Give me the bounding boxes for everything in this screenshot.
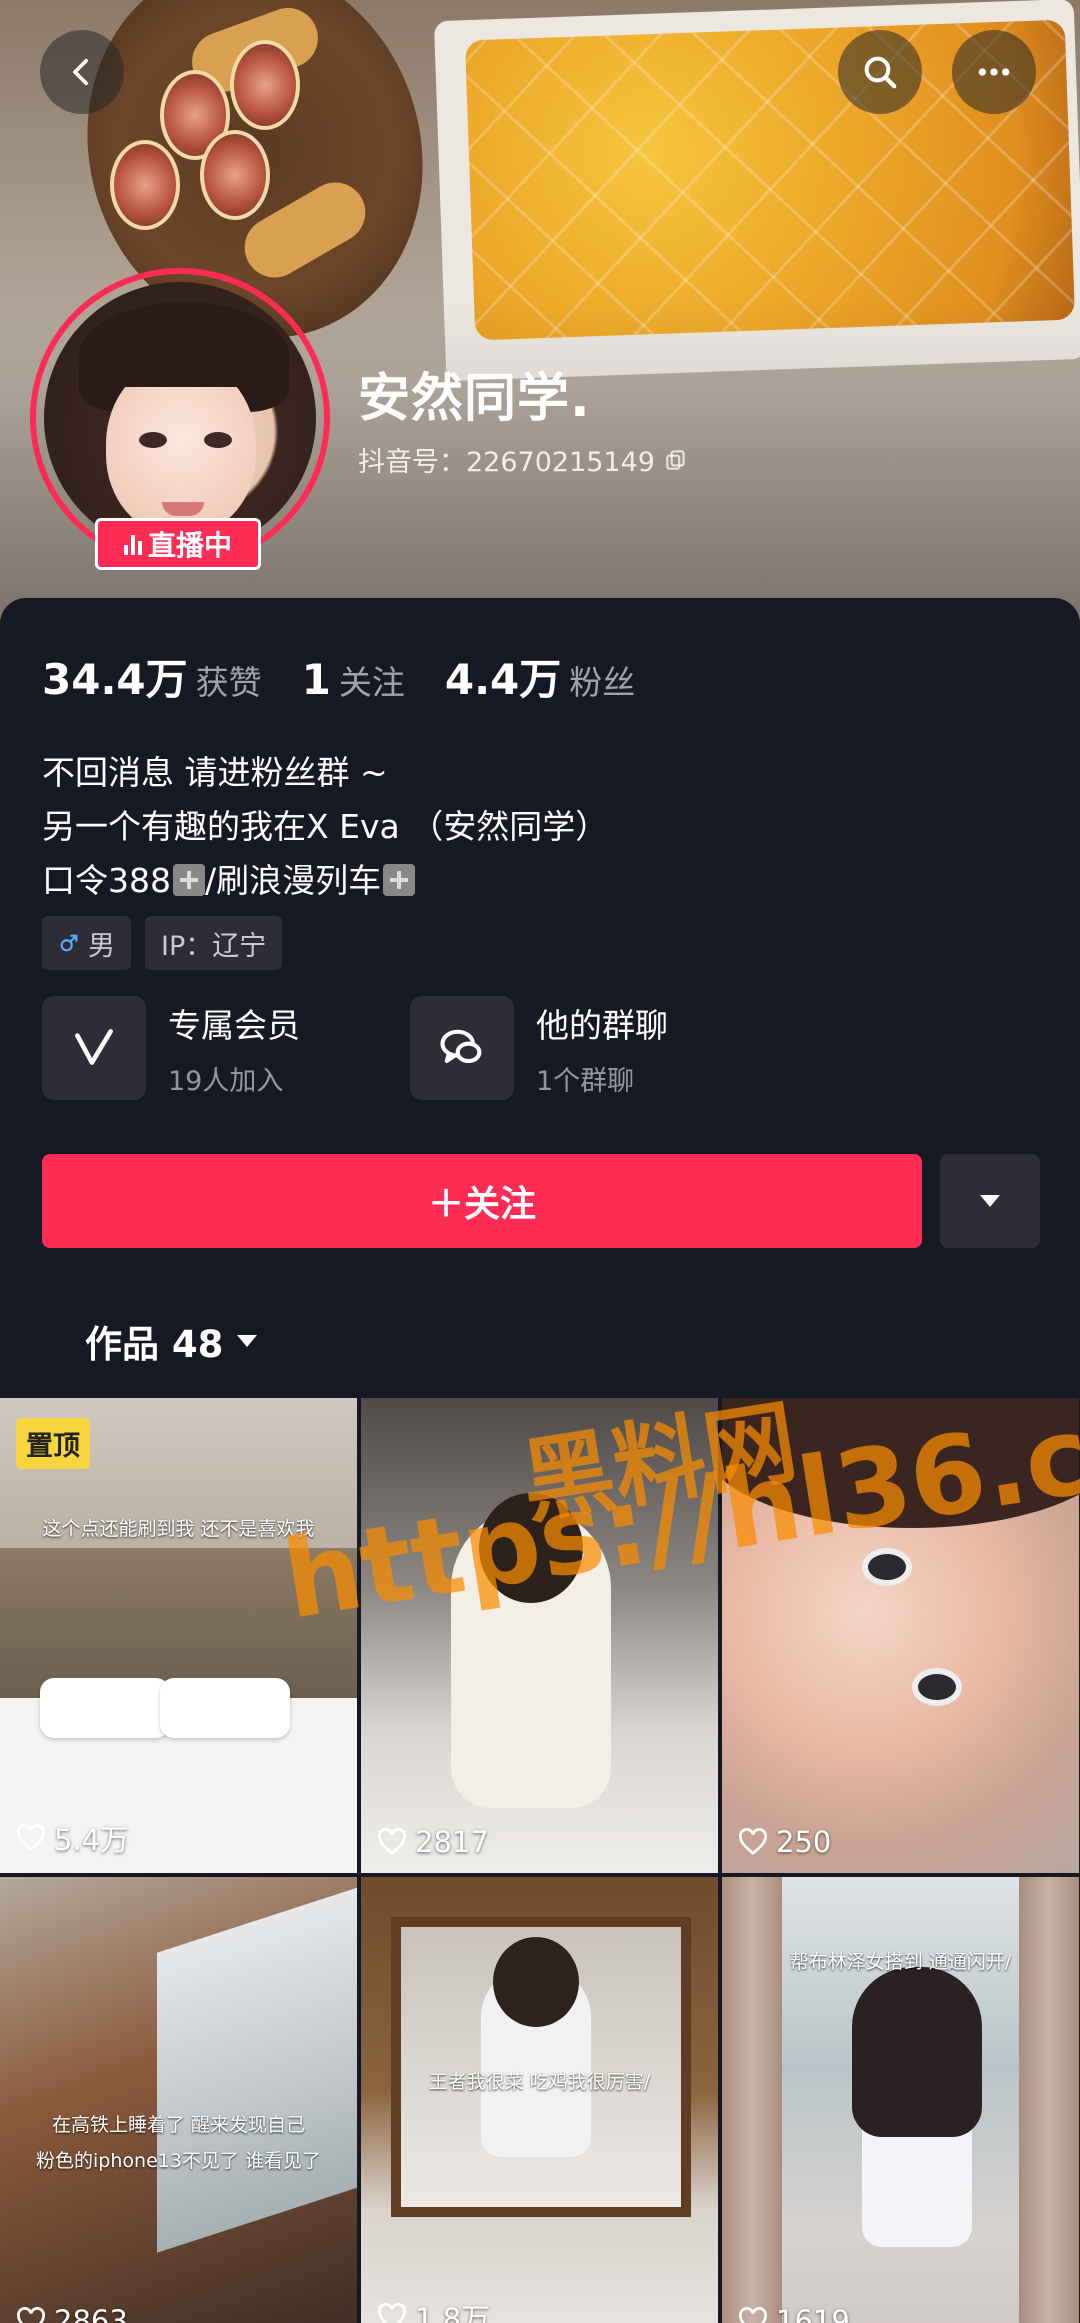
plus-emoji-icon [383, 864, 416, 896]
tab-works-label: 作品 48 [85, 1323, 224, 1366]
search-button[interactable] [838, 30, 922, 114]
triangle-down-icon [237, 1335, 258, 1347]
ip-label: IP：辽宁 [161, 930, 267, 962]
video-likes: 5.4万 [16, 1817, 129, 1859]
nickname: 安然同学. [358, 369, 591, 429]
stat-followers-value: 4.4万 [444, 655, 562, 704]
user-id: 抖音号：22670215149 [358, 440, 689, 479]
video-caption: 这个点还能刷到我 还不是喜欢我 [42, 1518, 315, 1540]
stat-likes-label: 获赞 [195, 663, 262, 702]
heart-icon [17, 1824, 45, 1852]
heart-icon [378, 1828, 406, 1856]
video-caption: 帮布林泽女搭到 通通闪开/ [789, 1951, 1012, 1973]
group-chat-icon-box [410, 996, 514, 1100]
gender-tag: 男 [42, 916, 131, 970]
video-caption: 王者我很菜 吃鸡我很厉害/ [428, 2071, 651, 2093]
chevron-left-icon [73, 58, 89, 86]
gender-label: 男 [88, 930, 115, 962]
video-caption: 在高铁上睡着了 醒来发现自己 粉色的iphone13不见了 谁看见了 [36, 2114, 321, 2172]
member-v-icon [75, 1029, 113, 1065]
tab-works[interactable]: 作品 48 [85, 1314, 259, 1368]
stat-likes-value: 34.4万 [42, 655, 188, 704]
profile-tags: 男 IP：辽宁 [42, 916, 283, 970]
video-thumbnail[interactable]: 2817 [361, 1398, 718, 1873]
bio-line-3: 口令388/刷浪漫列车 [42, 854, 608, 908]
video-thumbnail[interactable]: 王者我很菜 吃鸡我很厉害/ 1.8万 [361, 1877, 718, 2323]
heart-icon [739, 1828, 767, 1856]
live-badge[interactable]: 直播中 [95, 518, 261, 570]
more-horizontal-icon [978, 68, 1010, 76]
more-actions-button[interactable] [940, 1154, 1040, 1248]
video-likes-count: 250 [776, 1825, 832, 1859]
member-title: 专属会员 [168, 1005, 300, 1045]
more-button[interactable] [952, 30, 1036, 114]
video-thumbnail[interactable]: 250 [722, 1398, 1079, 1873]
profile-info-panel: 34.4万 获赞 1 关注 4.4万 粉丝 不回消息 请进粉丝群 ~ 另一个有趣… [0, 598, 1080, 1398]
video-likes-count: 2863 [54, 2304, 128, 2323]
back-button[interactable] [40, 30, 124, 114]
bio-line-3-b: /刷浪漫列车 [205, 861, 382, 900]
live-badge-label: 直播中 [147, 529, 232, 562]
plus-emoji-icon [173, 864, 205, 896]
group-chat-title: 他的群聊 [536, 1005, 668, 1045]
stat-following-value: 1 [301, 655, 331, 704]
heart-icon [378, 2303, 406, 2323]
heart-icon [739, 2307, 767, 2323]
video-thumbnail[interactable]: 帮布林泽女搭到 通通闪开/ 1619 [722, 1877, 1079, 2323]
video-likes-count: 1619 [776, 2304, 850, 2323]
group-chat-icon [440, 1029, 482, 1064]
member-subtitle: 19人加入 [168, 1065, 284, 1097]
group-chat-subtitle: 1个群聊 [536, 1065, 635, 1097]
stat-followers[interactable]: 4.4万 粉丝 [445, 646, 635, 707]
video-thumbnail[interactable]: 在高铁上睡着了 醒来发现自己 粉色的iphone13不见了 谁看见了 2863 [0, 1877, 357, 2323]
bio: 不回消息 请进粉丝群 ~ 另一个有趣的我在X Eva （安然同学） 口令388/… [42, 746, 608, 908]
live-bars-icon [123, 533, 142, 555]
bio-line-1: 不回消息 请进粉丝群 ~ [42, 753, 388, 792]
video-likes: 2863 [16, 2304, 128, 2323]
exclusive-member-entry[interactable]: 专属会员 19人加入 [42, 996, 300, 1100]
video-likes: 1.8万 [377, 2296, 490, 2323]
search-icon [864, 56, 897, 89]
video-likes: 250 [738, 1825, 831, 1859]
follow-button[interactable]: ＋关注 [42, 1154, 922, 1248]
stat-likes: 34.4万 获赞 [42, 646, 262, 707]
male-icon [60, 934, 78, 952]
video-likes-count: 5.4万 [54, 1823, 130, 1857]
heart-icon [17, 2307, 45, 2323]
stat-following-label: 关注 [338, 663, 405, 702]
group-chat-entry[interactable]: 他的群聊 1个群聊 [410, 996, 668, 1100]
bio-line-3-a: 口令388 [42, 861, 171, 900]
video-thumbnail[interactable]: 置顶 这个点还能刷到我 还不是喜欢我 5.4万 [0, 1398, 357, 1873]
pinned-badge: 置顶 [16, 1418, 90, 1469]
video-likes-count: 2817 [415, 1825, 489, 1859]
video-likes-count: 1.8万 [415, 2302, 491, 2323]
stat-followers-label: 粉丝 [569, 663, 636, 702]
bio-line-2: 另一个有趣的我在X Eva （安然同学） [42, 807, 609, 846]
member-icon-box [42, 996, 146, 1100]
ip-tag: IP：辽宁 [145, 916, 283, 970]
video-grid: 置顶 这个点还能刷到我 还不是喜欢我 5.4万 2817 250 在高铁上睡着了… [0, 1398, 1080, 2323]
user-id-text: 抖音号：22670215149 [358, 447, 655, 478]
triangle-down-icon [980, 1195, 1000, 1207]
video-likes: 1619 [738, 2304, 850, 2323]
video-likes: 2817 [377, 1825, 489, 1859]
stats-row: 34.4万 获赞 1 关注 4.4万 粉丝 [42, 646, 675, 707]
stat-following[interactable]: 1 关注 [302, 655, 405, 704]
copy-icon[interactable] [663, 447, 689, 473]
